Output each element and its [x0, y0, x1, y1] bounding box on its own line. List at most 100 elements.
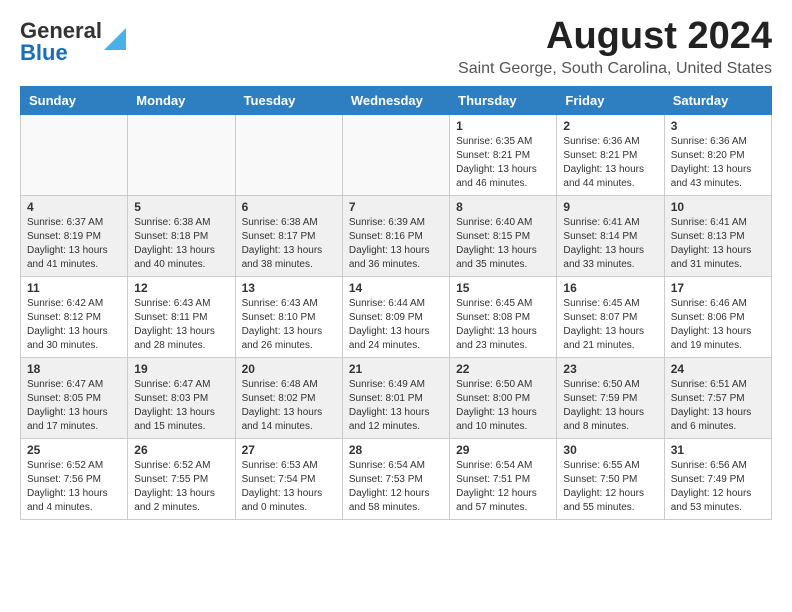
day-cell: 11 Sunrise: 6:42 AM Sunset: 8:12 PM Dayli…	[21, 276, 128, 357]
day-number: 19	[134, 362, 228, 376]
day-number: 4	[27, 200, 121, 214]
day-info: Sunrise: 6:41 AM Sunset: 8:14 PM Dayligh…	[563, 216, 657, 272]
day-number: 22	[456, 362, 550, 376]
day-cell: 5 Sunrise: 6:38 AM Sunset: 8:18 PM Daylig…	[128, 195, 235, 276]
day-info: Sunrise: 6:43 AM Sunset: 8:10 PM Dayligh…	[242, 297, 336, 353]
day-info: Sunrise: 6:48 AM Sunset: 8:02 PM Dayligh…	[242, 378, 336, 434]
calendar-week-row: 1 Sunrise: 6:35 AM Sunset: 8:21 PM Daylig…	[21, 114, 772, 195]
day-info: Sunrise: 6:44 AM Sunset: 8:09 PM Dayligh…	[349, 297, 443, 353]
logo: General Blue	[20, 20, 126, 64]
day-number: 11	[27, 281, 121, 295]
day-number: 16	[563, 281, 657, 295]
day-number: 30	[563, 443, 657, 457]
day-info: Sunrise: 6:54 AM Sunset: 7:53 PM Dayligh…	[349, 459, 443, 515]
day-cell: 29Sunrise: 6:54 AM Sunset: 7:51 PM Dayli…	[450, 438, 557, 519]
day-number: 9	[563, 200, 657, 214]
empty-day-cell	[128, 114, 235, 195]
day-info: Sunrise: 6:50 AM Sunset: 7:59 PM Dayligh…	[563, 378, 657, 434]
day-number: 12	[134, 281, 228, 295]
day-number: 21	[349, 362, 443, 376]
day-number: 7	[349, 200, 443, 214]
day-cell: 3 Sunrise: 6:36 AM Sunset: 8:20 PM Daylig…	[664, 114, 771, 195]
day-cell: 2 Sunrise: 6:36 AM Sunset: 8:21 PM Daylig…	[557, 114, 664, 195]
calendar-header-row: SundayMondayTuesdayWednesdayThursdayFrid…	[21, 86, 772, 114]
day-cell: 9 Sunrise: 6:41 AM Sunset: 8:14 PM Daylig…	[557, 195, 664, 276]
day-cell: 16Sunrise: 6:45 AM Sunset: 8:07 PM Dayli…	[557, 276, 664, 357]
day-info: Sunrise: 6:52 AM Sunset: 7:56 PM Dayligh…	[27, 459, 121, 515]
day-info: Sunrise: 6:52 AM Sunset: 7:55 PM Dayligh…	[134, 459, 228, 515]
page-header: General Blue August 2024 Saint George, S…	[20, 16, 772, 78]
day-cell: 20 Sunrise: 6:48 AM Sunset: 8:02 PM Dayli…	[235, 357, 342, 438]
day-cell: 17Sunrise: 6:46 AM Sunset: 8:06 PM Dayli…	[664, 276, 771, 357]
day-info: Sunrise: 6:45 AM Sunset: 8:08 PM Dayligh…	[456, 297, 550, 353]
day-info: Sunrise: 6:37 AM Sunset: 8:19 PM Dayligh…	[27, 216, 121, 272]
logo-icon	[104, 22, 126, 55]
day-cell: 15 Sunrise: 6:45 AM Sunset: 8:08 PM Dayli…	[450, 276, 557, 357]
day-number: 20	[242, 362, 336, 376]
day-cell: 8 Sunrise: 6:40 AM Sunset: 8:15 PM Daylig…	[450, 195, 557, 276]
day-number: 31	[671, 443, 765, 457]
calendar-week-row: 11 Sunrise: 6:42 AM Sunset: 8:12 PM Dayli…	[21, 276, 772, 357]
logo-blue: Blue	[20, 40, 68, 65]
calendar-day-header-monday: Monday	[128, 86, 235, 114]
calendar-day-header-saturday: Saturday	[664, 86, 771, 114]
calendar-week-row: 18 Sunrise: 6:47 AM Sunset: 8:05 PM Dayli…	[21, 357, 772, 438]
day-info: Sunrise: 6:46 AM Sunset: 8:06 PM Dayligh…	[671, 297, 765, 353]
day-info: Sunrise: 6:55 AM Sunset: 7:50 PM Dayligh…	[563, 459, 657, 515]
day-number: 13	[242, 281, 336, 295]
day-info: Sunrise: 6:38 AM Sunset: 8:17 PM Dayligh…	[242, 216, 336, 272]
day-cell: 25 Sunrise: 6:52 AM Sunset: 7:56 PM Dayli…	[21, 438, 128, 519]
day-cell: 31 Sunrise: 6:56 AM Sunset: 7:49 PM Dayli…	[664, 438, 771, 519]
day-cell: 21 Sunrise: 6:49 AM Sunset: 8:01 PM Dayli…	[342, 357, 449, 438]
day-info: Sunrise: 6:51 AM Sunset: 7:57 PM Dayligh…	[671, 378, 765, 434]
day-cell: 12Sunrise: 6:43 AM Sunset: 8:11 PM Dayli…	[128, 276, 235, 357]
day-number: 8	[456, 200, 550, 214]
title-section: August 2024 Saint George, South Carolina…	[458, 16, 772, 78]
day-cell: 4 Sunrise: 6:37 AM Sunset: 8:19 PM Daylig…	[21, 195, 128, 276]
day-info: Sunrise: 6:41 AM Sunset: 8:13 PM Dayligh…	[671, 216, 765, 272]
empty-day-cell	[21, 114, 128, 195]
day-cell: 26 Sunrise: 6:52 AM Sunset: 7:55 PM Dayli…	[128, 438, 235, 519]
empty-day-cell	[235, 114, 342, 195]
day-cell: 18 Sunrise: 6:47 AM Sunset: 8:05 PM Dayli…	[21, 357, 128, 438]
empty-day-cell	[342, 114, 449, 195]
calendar-day-header-sunday: Sunday	[21, 86, 128, 114]
day-cell: 23Sunrise: 6:50 AM Sunset: 7:59 PM Dayli…	[557, 357, 664, 438]
day-info: Sunrise: 6:47 AM Sunset: 8:05 PM Dayligh…	[27, 378, 121, 434]
day-cell: 27Sunrise: 6:53 AM Sunset: 7:54 PM Dayli…	[235, 438, 342, 519]
calendar-day-header-tuesday: Tuesday	[235, 86, 342, 114]
day-info: Sunrise: 6:39 AM Sunset: 8:16 PM Dayligh…	[349, 216, 443, 272]
calendar-table: SundayMondayTuesdayWednesdayThursdayFrid…	[20, 86, 772, 520]
day-cell: 1 Sunrise: 6:35 AM Sunset: 8:21 PM Daylig…	[450, 114, 557, 195]
day-info: Sunrise: 6:38 AM Sunset: 8:18 PM Dayligh…	[134, 216, 228, 272]
day-number: 28	[349, 443, 443, 457]
location-title: Saint George, South Carolina, United Sta…	[458, 60, 772, 78]
day-number: 27	[242, 443, 336, 457]
day-info: Sunrise: 6:40 AM Sunset: 8:15 PM Dayligh…	[456, 216, 550, 272]
calendar-week-row: 25 Sunrise: 6:52 AM Sunset: 7:56 PM Dayli…	[21, 438, 772, 519]
calendar-day-header-wednesday: Wednesday	[342, 86, 449, 114]
calendar-day-header-friday: Friday	[557, 86, 664, 114]
day-info: Sunrise: 6:36 AM Sunset: 8:20 PM Dayligh…	[671, 135, 765, 191]
day-number: 3	[671, 119, 765, 133]
day-number: 29	[456, 443, 550, 457]
day-info: Sunrise: 6:36 AM Sunset: 8:21 PM Dayligh…	[563, 135, 657, 191]
day-info: Sunrise: 6:56 AM Sunset: 7:49 PM Dayligh…	[671, 459, 765, 515]
day-number: 1	[456, 119, 550, 133]
day-number: 15	[456, 281, 550, 295]
day-number: 26	[134, 443, 228, 457]
day-number: 18	[27, 362, 121, 376]
day-cell: 6Sunrise: 6:38 AM Sunset: 8:17 PM Daylig…	[235, 195, 342, 276]
calendar-week-row: 4 Sunrise: 6:37 AM Sunset: 8:19 PM Daylig…	[21, 195, 772, 276]
day-number: 2	[563, 119, 657, 133]
day-cell: 30 Sunrise: 6:55 AM Sunset: 7:50 PM Dayli…	[557, 438, 664, 519]
day-number: 25	[27, 443, 121, 457]
day-info: Sunrise: 6:42 AM Sunset: 8:12 PM Dayligh…	[27, 297, 121, 353]
day-info: Sunrise: 6:50 AM Sunset: 8:00 PM Dayligh…	[456, 378, 550, 434]
day-number: 5	[134, 200, 228, 214]
day-cell: 28 Sunrise: 6:54 AM Sunset: 7:53 PM Dayli…	[342, 438, 449, 519]
day-info: Sunrise: 6:35 AM Sunset: 8:21 PM Dayligh…	[456, 135, 550, 191]
day-info: Sunrise: 6:49 AM Sunset: 8:01 PM Dayligh…	[349, 378, 443, 434]
day-number: 14	[349, 281, 443, 295]
day-number: 24	[671, 362, 765, 376]
